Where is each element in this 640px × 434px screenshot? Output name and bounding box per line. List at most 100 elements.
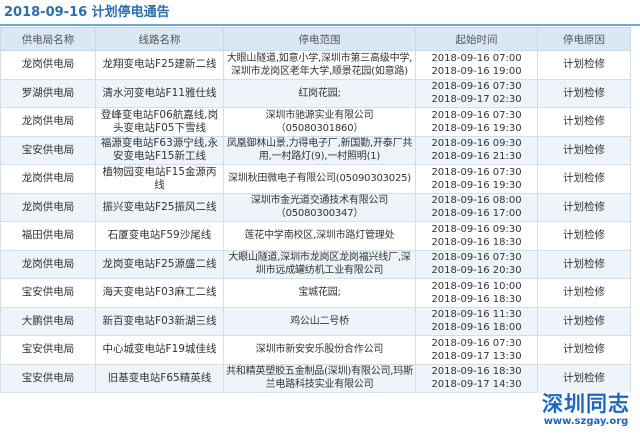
line-cell: 植物园变电站F15金源丙线 bbox=[95, 164, 224, 194]
scope-cell: 深圳市新安安乐股份合作公司 bbox=[223, 335, 416, 365]
watermark-logo: 深圳同志 bbox=[542, 391, 630, 416]
column-header-reason: 停电原因 bbox=[537, 27, 631, 51]
table-row: 龙岗供电局 龙翔变电站F25建新二线 大眼山隧道,如意小学,深圳市第三高级中学,深圳… bbox=[0, 50, 631, 80]
bureau-cell: 宝安供电局 bbox=[0, 363, 96, 393]
time-cell: 2018-09-16 07:30 2018-09-16 19:30 bbox=[415, 164, 538, 194]
start-time: 2018-09-16 09:30 bbox=[431, 223, 522, 235]
scope-cell: 红岗花园; bbox=[223, 78, 416, 108]
table-row: 福田供电局 石厦变电站F59沙尾线 莲花中学南校区,深圳市路灯管理处 2018-09-… bbox=[0, 221, 631, 251]
start-time: 2018-09-16 07:30 bbox=[431, 81, 522, 93]
line-cell: 石厦变电站F59沙尾线 bbox=[95, 221, 224, 251]
column-header-line: 线路名称 bbox=[95, 27, 224, 51]
reason-cell: 计划检修 bbox=[537, 335, 631, 365]
end-time: 2018-09-16 18:00 bbox=[431, 322, 522, 334]
table-header-row: 供电局名称 线路名称 停电范围 起始时间 停电原因 bbox=[0, 27, 631, 51]
watermark-url: www.szgay.org bbox=[543, 416, 629, 427]
reason-cell: 计划检修 bbox=[537, 164, 631, 194]
line-cell: 登峰变电站F06航嘉线,岗头变电站F05下雪线 bbox=[95, 107, 224, 137]
time-cell: 2018-09-16 08:00 2018-09-16 17:00 bbox=[415, 192, 538, 222]
scope-cell: 大眼山隧道,深圳市龙岗区龙岗福兴线厂,深圳市远成罐纺机工业有限公司 bbox=[223, 249, 416, 279]
time-cell: 2018-09-16 07:00 2018-09-16 19:00 bbox=[415, 50, 538, 80]
end-time: 2018-09-17 02:30 bbox=[431, 94, 522, 106]
end-time: 2018-09-16 17:00 bbox=[431, 208, 522, 220]
line-cell: 龙岗变电站F25源盛二线 bbox=[95, 249, 224, 279]
line-cell: 福源变电站F63源宁线,永安变电站F15新工线 bbox=[95, 135, 224, 165]
line-cell: 清水河变电站F11雅仕线 bbox=[95, 78, 224, 108]
table-row: 宝安供电局 中心城变电站F19城佳线 深圳市新安安乐股份合作公司 2018-09-16… bbox=[0, 335, 631, 365]
scope-cell: 共和精英塑胶五金制品(深圳)有限公司,玛斯兰电路科技实业有限公司 bbox=[223, 363, 416, 393]
bureau-cell: 龙岗供电局 bbox=[0, 192, 96, 222]
reason-cell: 计划检修 bbox=[537, 363, 631, 393]
watermark: 深圳同志 www.szgay.org bbox=[536, 392, 636, 432]
bureau-cell: 龙岗供电局 bbox=[0, 249, 96, 279]
scope-cell: 深圳市驰源实业有限公司（05080301860） bbox=[223, 107, 416, 137]
end-time: 2018-09-16 19:30 bbox=[431, 179, 522, 191]
table-row: 大鹏供电局 新百变电站F03新湖三线 鸡公山二号桥 2018-09-16 11:30 2… bbox=[0, 306, 631, 336]
start-time: 2018-09-16 07:30 bbox=[431, 337, 522, 349]
outage-table: 供电局名称 线路名称 停电范围 起始时间 停电原因 龙岗供电局 龙翔变电站F25建… bbox=[0, 27, 631, 393]
scope-cell: 凤凰御林山景,力得电子厂,新国勤,开泰厂共用,一村路灯(9),一村照明(1) bbox=[223, 135, 416, 165]
reason-cell: 计划检修 bbox=[537, 50, 631, 80]
table-row: 龙岗供电局 登峰变电站F06航嘉线,岗头变电站F05下雪线 深圳市驰源实业有限公司（… bbox=[0, 107, 631, 137]
table-row: 龙岗供电局 植物园变电站F15金源丙线 深圳秋田微电子有限公司(0509030302… bbox=[0, 164, 631, 194]
table-row: 宝安供电局 海天变电站F03麻工二线 宝城花园; 2018-09-16 10:00 20… bbox=[0, 278, 631, 308]
table-body: 龙岗供电局 龙翔变电站F25建新二线 大眼山隧道,如意小学,深圳市第三高级中学,深圳… bbox=[0, 50, 631, 393]
start-time: 2018-09-16 09:30 bbox=[431, 138, 522, 150]
reason-cell: 计划检修 bbox=[537, 192, 631, 222]
start-time: 2018-09-16 07:30 bbox=[431, 109, 522, 121]
end-time: 2018-09-16 19:30 bbox=[431, 122, 522, 134]
end-time: 2018-09-16 19:00 bbox=[431, 65, 522, 77]
page-title: 2018-09-16 计划停电通告 bbox=[0, 0, 640, 26]
table-row: 宝安供电局 福源变电站F63源宁线,永安变电站F15新工线 凤凰御林山景,力得电子厂… bbox=[0, 135, 631, 165]
end-time: 2018-09-16 18:30 bbox=[431, 293, 522, 305]
bureau-cell: 龙岗供电局 bbox=[0, 164, 96, 194]
start-time: 2018-09-16 10:00 bbox=[431, 280, 522, 292]
table-row: 龙岗供电局 振兴变电站F25振风二线 深圳市金光道交通技术有限公司（05080300… bbox=[0, 192, 631, 222]
line-cell: 龙翔变电站F25建新二线 bbox=[95, 50, 224, 80]
scope-cell: 大眼山隧道,如意小学,深圳市第三高级中学,深圳市龙岗区老年大学,顺景花园(如意路… bbox=[223, 50, 416, 80]
table-row: 宝安供电局 旧基变电站F65精英线 共和精英塑胶五金制品(深圳)有限公司,玛斯兰电路… bbox=[0, 363, 631, 393]
bureau-cell: 宝安供电局 bbox=[0, 278, 96, 308]
end-time: 2018-09-17 13:30 bbox=[431, 350, 522, 362]
scope-cell: 莲花中学南校区,深圳市路灯管理处 bbox=[223, 221, 416, 251]
start-time: 2018-09-16 11:30 bbox=[431, 309, 522, 321]
column-header-start-time: 起始时间 bbox=[415, 27, 538, 51]
reason-cell: 计划检修 bbox=[537, 278, 631, 308]
end-time: 2018-09-16 21:30 bbox=[431, 151, 522, 163]
start-time: 2018-09-16 18:30 bbox=[431, 366, 522, 378]
reason-cell: 计划检修 bbox=[537, 306, 631, 336]
line-cell: 新百变电站F03新湖三线 bbox=[95, 306, 224, 336]
reason-cell: 计划检修 bbox=[537, 221, 631, 251]
scope-cell: 深圳秋田微电子有限公司(05090303025) bbox=[223, 164, 416, 194]
end-time: 2018-09-16 18:30 bbox=[431, 236, 522, 248]
bureau-cell: 龙岗供电局 bbox=[0, 50, 96, 80]
reason-cell: 计划检修 bbox=[537, 78, 631, 108]
bureau-cell: 宝安供电局 bbox=[0, 335, 96, 365]
table-row: 龙岗供电局 龙岗变电站F25源盛二线 大眼山隧道,深圳市龙岗区龙岗福兴线厂,深圳市远… bbox=[0, 249, 631, 279]
start-time: 2018-09-16 07:00 bbox=[431, 52, 522, 64]
bureau-cell: 龙岗供电局 bbox=[0, 107, 96, 137]
reason-cell: 计划检修 bbox=[537, 135, 631, 165]
line-cell: 海天变电站F03麻工二线 bbox=[95, 278, 224, 308]
time-cell: 2018-09-16 09:30 2018-09-16 18:30 bbox=[415, 221, 538, 251]
time-cell: 2018-09-16 10:00 2018-09-16 18:30 bbox=[415, 278, 538, 308]
reason-cell: 计划检修 bbox=[537, 249, 631, 279]
start-time: 2018-09-16 08:00 bbox=[431, 195, 522, 207]
time-cell: 2018-09-16 07:30 2018-09-16 19:30 bbox=[415, 107, 538, 137]
column-header-bureau: 供电局名称 bbox=[0, 27, 96, 51]
time-cell: 2018-09-16 11:30 2018-09-16 18:00 bbox=[415, 306, 538, 336]
start-time: 2018-09-16 07:30 bbox=[431, 252, 522, 264]
bureau-cell: 宝安供电局 bbox=[0, 135, 96, 165]
bureau-cell: 福田供电局 bbox=[0, 221, 96, 251]
end-time: 2018-09-16 20:30 bbox=[431, 265, 522, 277]
table-row: 罗湖供电局 清水河变电站F11雅仕线 红岗花园; 2018-09-16 07:30 20… bbox=[0, 78, 631, 108]
scope-cell: 宝城花园; bbox=[223, 278, 416, 308]
column-header-scope: 停电范围 bbox=[223, 27, 416, 51]
time-cell: 2018-09-16 07:30 2018-09-16 20:30 bbox=[415, 249, 538, 279]
bureau-cell: 罗湖供电局 bbox=[0, 78, 96, 108]
time-cell: 2018-09-16 09:30 2018-09-16 21:30 bbox=[415, 135, 538, 165]
time-cell: 2018-09-16 07:30 2018-09-17 02:30 bbox=[415, 78, 538, 108]
reason-cell: 计划检修 bbox=[537, 107, 631, 137]
end-time: 2018-09-17 14:30 bbox=[431, 379, 522, 391]
line-cell: 中心城变电站F19城佳线 bbox=[95, 335, 224, 365]
